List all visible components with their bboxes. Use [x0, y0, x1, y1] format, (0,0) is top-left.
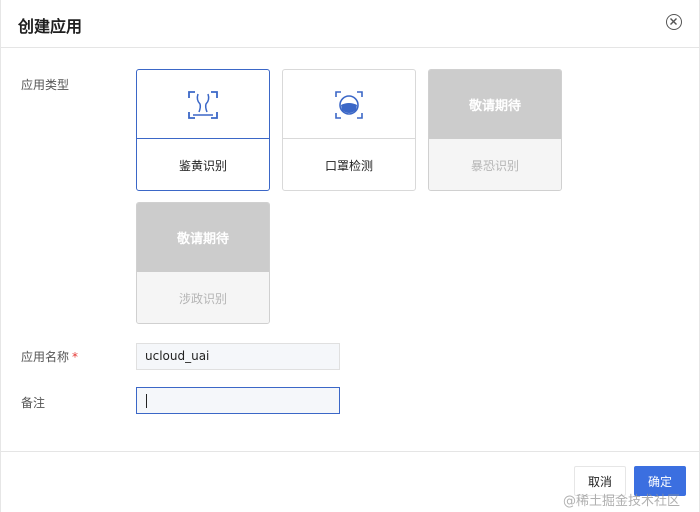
remark-label: 备注	[21, 396, 46, 410]
dialog-header: 创建应用	[1, 0, 700, 48]
mask-scan-icon	[335, 91, 363, 119]
dialog-title: 创建应用	[18, 17, 83, 36]
app-type-card-politics-detection: 敬请期待 涉政识别	[136, 202, 270, 324]
card-icon-area	[137, 70, 269, 139]
text-caret	[146, 394, 147, 408]
coming-soon-overlay: 敬请期待	[137, 203, 269, 272]
coming-soon-overlay: 敬请期待	[429, 70, 561, 139]
card-label: 暴恐识别	[429, 139, 561, 190]
app-type-card-porn-detection[interactable]: 鉴黄识别	[136, 69, 270, 191]
app-name-input[interactable]: ucloud_uai	[136, 343, 340, 370]
app-name-label: 应用名称 *	[21, 348, 78, 365]
card-icon-area	[283, 70, 415, 139]
watermark: @稀土掘金技术社区	[563, 494, 681, 509]
app-type-label: 应用类型	[21, 78, 70, 92]
app-name-label-text: 应用名称	[21, 350, 70, 364]
card-label: 涉政识别	[137, 272, 269, 323]
required-mark: *	[72, 350, 79, 364]
app-type-card-mask-detection[interactable]: 口罩检测	[282, 69, 416, 191]
remark-input[interactable]	[136, 387, 340, 414]
face-scan-icon	[188, 91, 218, 119]
app-type-card-terror-detection: 敬请期待 暴恐识别	[428, 69, 562, 191]
create-app-dialog: 创建应用 应用类型 鉴黄识别 口罩检测 敬请期待 暴恐识别 敬请期待 涉政识别 …	[0, 0, 700, 512]
card-label: 鉴黄识别	[178, 158, 227, 173]
close-x-glyph	[670, 18, 677, 25]
close-icon[interactable]	[666, 14, 682, 30]
card-label: 口罩检测	[324, 158, 373, 173]
